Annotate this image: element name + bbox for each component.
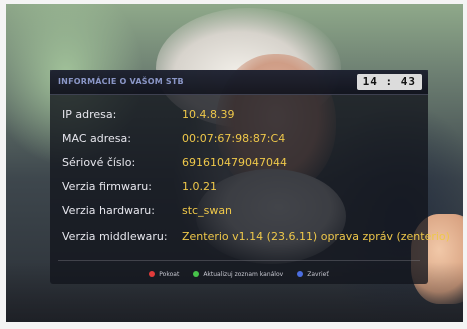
info-value: stc_swan: [182, 204, 233, 217]
stb-info-panel: INFORMÁCIE O VAŠOM STB 14 : 43 IP adresa…: [50, 70, 450, 284]
info-value: Zenterio v1.14 (23.6.11) oprava zpráv (z…: [182, 230, 450, 243]
green-button-icon: [193, 271, 200, 277]
legend-green[interactable]: Aktualizuj zoznam kanálov: [193, 271, 283, 278]
info-value: 10.4.8.39: [182, 108, 235, 121]
info-value: 691610479047044: [182, 156, 287, 169]
info-value: 1.0.21: [182, 180, 217, 193]
info-label: MAC adresa:: [62, 132, 131, 145]
legend-blue[interactable]: Zavrieť: [297, 271, 329, 278]
legend-red-label: Pokoat: [159, 270, 180, 278]
clock: 14 : 43: [356, 74, 422, 90]
panel-header: INFORMÁCIE O VAŠOM STB 14 : 43: [50, 70, 428, 95]
red-button-icon: [149, 271, 156, 277]
legend-green-label: Aktualizuj zoznam kanálov: [203, 270, 284, 278]
info-label: Sériové číslo:: [62, 156, 136, 169]
info-label: Verzia hardwaru:: [62, 204, 155, 217]
info-value: 00:07:67:98:87:C4: [182, 132, 286, 145]
legend-red[interactable]: Pokoat: [149, 271, 179, 278]
panel-title: INFORMÁCIE O VAŠOM STB: [58, 77, 184, 86]
info-label: Verzia firmwaru:: [62, 180, 152, 193]
info-label: Verzia middlewaru:: [62, 230, 168, 243]
footer-divider: [58, 260, 420, 261]
blue-button-icon: [297, 271, 304, 277]
legend-blue-label: Zavrieť: [307, 270, 329, 278]
info-label: IP adresa:: [62, 108, 117, 121]
footer-legend: Pokoat Aktualizuj zoznam kanálov Zavrieť: [50, 267, 428, 281]
